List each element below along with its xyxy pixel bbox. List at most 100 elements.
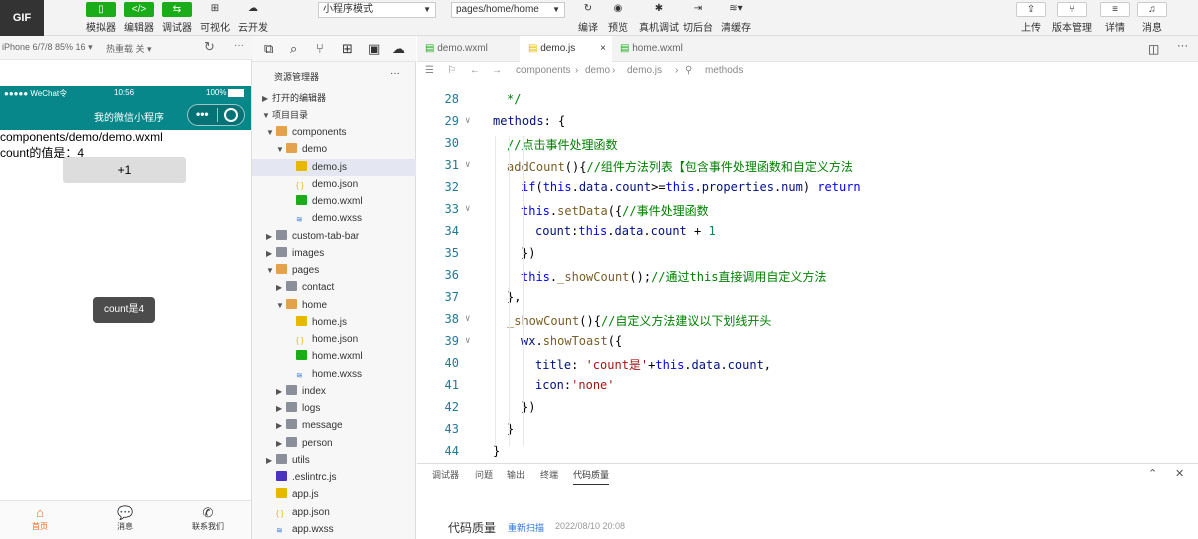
device-select[interactable]: iPhone 6/7/8 85% 16 ▾ — [2, 42, 93, 53]
tree-folder[interactable]: ▶ index — [252, 383, 416, 400]
panel-tab[interactable]: 终端 — [540, 468, 558, 481]
storage-icon[interactable]: ▣ — [368, 41, 380, 57]
tree-file[interactable]: { } home.json — [252, 331, 416, 348]
mode-select[interactable]: 小程序模式 ▼ — [318, 2, 436, 18]
tree-file[interactable]: home.wxml — [252, 348, 416, 365]
tree-file[interactable]: { } demo.json — [252, 176, 416, 193]
tab-demo-wxml[interactable]: ▤ demo.wxml — [417, 36, 520, 62]
back-icon[interactable]: ← — [470, 62, 480, 80]
tree-file[interactable]: ≋ app.wxss — [252, 521, 416, 538]
breadcrumb-item[interactable]: demo.js — [627, 62, 662, 80]
cloud-tool-icon[interactable]: ☁ — [392, 41, 405, 57]
rotate-icon[interactable]: ↻ — [204, 39, 215, 55]
fold-icon[interactable]: ∨ — [465, 116, 470, 126]
fold-icon[interactable]: ∨ — [465, 160, 470, 170]
panel-tab[interactable]: 输出 — [507, 468, 525, 481]
editor-button[interactable]: </> 编辑器 — [124, 2, 154, 34]
clear-cache-button[interactable]: ≋▾ 清缓存 — [721, 2, 751, 34]
fold-icon[interactable]: ∨ — [465, 314, 470, 324]
messages-label: 消息 — [1142, 23, 1162, 34]
code-token: : { — [543, 114, 566, 128]
extensions-icon[interactable]: ⊞ — [342, 41, 353, 57]
json-icon: { } — [276, 508, 284, 518]
indent-guide — [509, 136, 510, 446]
folder-icon — [286, 143, 297, 154]
messages-button[interactable]: ♫ 消息 — [1137, 2, 1167, 34]
source-control-icon[interactable]: ⑂ — [316, 41, 324, 56]
simulator-label: 模拟器 — [86, 23, 116, 34]
more-icon[interactable]: ··· — [1177, 40, 1188, 52]
version-button[interactable]: ⑂ 版本管理 — [1052, 2, 1092, 34]
close-panel-icon[interactable]: ✕ — [1175, 467, 1184, 480]
more-dots-icon[interactable]: ••• — [196, 107, 209, 121]
fold-icon[interactable]: ∨ — [465, 336, 470, 346]
maximize-panel-icon[interactable]: ⌃ — [1148, 467, 1157, 480]
debugger-button[interactable]: ⇆ 调试器 — [162, 2, 192, 34]
preview-button[interactable]: ◉ 预览 — [603, 2, 633, 34]
panel-tab[interactable]: 调试器 — [432, 468, 459, 481]
tree-folder[interactable]: ▼ components — [252, 124, 416, 141]
tree-folder[interactable]: ▶ person — [252, 435, 416, 452]
code-token: . — [535, 334, 543, 348]
close-icon[interactable]: × — [600, 36, 606, 62]
breadcrumb-item[interactable]: methods — [705, 62, 743, 80]
code-token: addCount — [507, 160, 565, 174]
open-editors-section[interactable]: ▶ 打开的编辑器 — [252, 90, 416, 107]
tree-folder[interactable]: ▶ logs — [252, 400, 416, 417]
upload-button[interactable]: ⇪ 上传 — [1016, 2, 1046, 34]
page-select[interactable]: pages/home/home ▼ — [451, 2, 565, 18]
tree-file[interactable]: .eslintrc.js — [252, 469, 416, 486]
background-button[interactable]: ⇥ 切后台 — [683, 2, 713, 34]
compile-button[interactable]: ↻ 编译 — [573, 2, 603, 34]
more-icon[interactable]: ··· — [234, 40, 244, 51]
tree-file[interactable]: ≋ home.wxss — [252, 366, 416, 383]
panel-tab[interactable]: 问题 — [475, 468, 493, 481]
tree-folder[interactable]: ▶ custom-tab-bar — [252, 228, 416, 245]
tree-folder[interactable]: ▶ images — [252, 245, 416, 262]
close-circle-icon[interactable] — [224, 108, 238, 122]
tree-folder[interactable]: ▶ contact — [252, 279, 416, 296]
panel-tab[interactable]: 代码质量 — [573, 468, 610, 485]
project-section[interactable]: ▼ 项目目录 — [252, 107, 416, 124]
tree-file[interactable]: demo.js — [252, 158, 416, 176]
tree-file[interactable]: { } app.json — [252, 504, 416, 521]
bookmark-icon[interactable]: ⚐ — [447, 62, 456, 80]
forward-icon[interactable]: → — [492, 62, 502, 80]
breadcrumb-item[interactable]: demo — [585, 62, 610, 80]
remote-debug-button[interactable]: ✱ 真机调试 — [639, 2, 679, 34]
search-icon[interactable]: ⌕ — [290, 41, 297, 57]
code-token: (); — [629, 270, 652, 284]
simulator-button[interactable]: ▯ 模拟器 — [86, 2, 116, 34]
cloud-dev-button[interactable]: ☁ 云开发 — [238, 2, 268, 34]
code-token: >= — [651, 180, 666, 194]
code-token: count — [535, 224, 572, 238]
code-editor[interactable]: 28 */29 ∨ methods: {30//点击事件处理函数 31 ∨ addCount… — [417, 80, 1198, 463]
tab-home-wxml[interactable]: ▤ home.wxml — [612, 36, 712, 62]
rescan-link[interactable]: 重新扫描 — [508, 521, 544, 534]
details-button[interactable]: ≡ 详情 — [1100, 2, 1130, 34]
tree-folder[interactable]: ▶ utils — [252, 452, 416, 469]
tree-folder[interactable]: ▼ pages — [252, 262, 416, 279]
tab-demo-js[interactable]: ▤ demo.js × — [520, 36, 612, 62]
tree-folder[interactable]: ▶ message — [252, 417, 416, 434]
hot-reload-select[interactable]: 热重载 关 ▾ — [106, 42, 152, 55]
plus-one-button[interactable]: +1 — [63, 157, 186, 183]
code-token: . — [607, 180, 615, 194]
split-editor-icon[interactable]: ◫ — [1148, 42, 1159, 56]
breadcrumb-item[interactable]: components — [516, 62, 570, 80]
tree-folder[interactable]: ▼ demo — [252, 141, 416, 158]
explorer-more[interactable]: ··· — [390, 68, 400, 79]
tree-file[interactable]: home.js — [252, 314, 416, 331]
tree-file[interactable]: app.js — [252, 486, 416, 503]
files-icon[interactable]: ⧉ — [264, 41, 273, 57]
visual-button[interactable]: ⊞ 可视化 — [200, 2, 230, 34]
tree-folder[interactable]: ▼ home — [252, 297, 416, 314]
tab-home[interactable]: ⌂ 首页 — [10, 505, 70, 532]
list-icon[interactable]: ☰ — [425, 62, 434, 80]
tab-messages[interactable]: 💬 消息 — [95, 505, 155, 532]
fold-icon[interactable]: ∨ — [465, 204, 470, 214]
tree-file[interactable]: ≋ demo.wxss — [252, 210, 416, 227]
capsule-menu[interactable]: ••• — [187, 104, 245, 126]
tab-contact[interactable]: ✆ 联系我们 — [178, 505, 238, 532]
tree-file[interactable]: demo.wxml — [252, 193, 416, 210]
